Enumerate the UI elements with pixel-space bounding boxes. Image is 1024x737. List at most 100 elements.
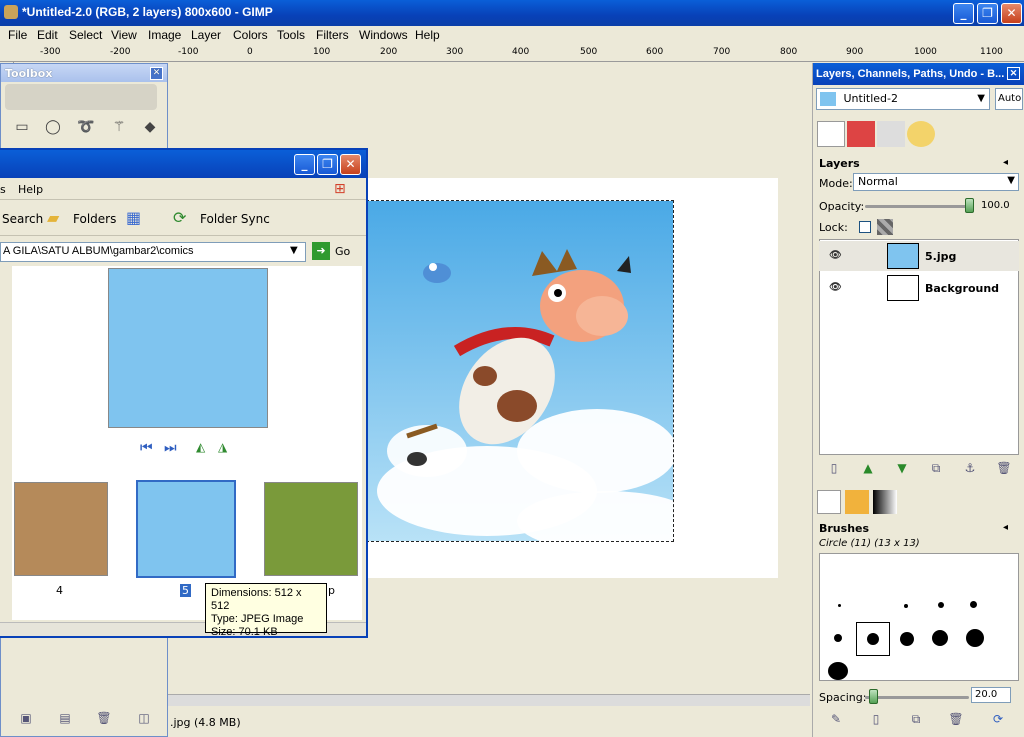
anchor-layer-icon[interactable]: ⚓ bbox=[961, 460, 979, 476]
image-selector[interactable]: Untitled-2 ▼ bbox=[816, 88, 990, 110]
lasso-icon[interactable]: ➰ bbox=[75, 116, 97, 138]
tab-layers-icon[interactable] bbox=[817, 121, 845, 147]
new-brush-icon[interactable]: ▯ bbox=[867, 711, 885, 727]
address-dropdown-icon[interactable]: ▼ bbox=[290, 245, 298, 256]
restore-options-icon[interactable]: ▤ bbox=[56, 710, 74, 726]
fuzzy-select-icon[interactable]: ⚚ bbox=[108, 116, 130, 138]
menu-windows[interactable]: Windows bbox=[359, 28, 408, 42]
lock-alpha-icon[interactable] bbox=[877, 219, 893, 235]
maximize-button[interactable]: ❐ bbox=[977, 3, 998, 24]
delete-layer-icon[interactable]: 🗑 bbox=[995, 460, 1013, 476]
auto-button[interactable]: Auto bbox=[995, 88, 1023, 110]
image-canvas-artwork[interactable] bbox=[366, 200, 674, 542]
minimize-button[interactable]: _ bbox=[953, 3, 974, 24]
layer-row[interactable]: 👁 Background bbox=[819, 273, 1019, 303]
lower-layer-icon[interactable]: ▼ bbox=[893, 460, 911, 476]
explorer-close-button[interactable]: ✕ bbox=[340, 154, 361, 175]
menu-file[interactable]: File bbox=[8, 28, 27, 42]
dock-close-icon[interactable]: ✕ bbox=[1007, 67, 1020, 80]
menu-edit[interactable]: Edit bbox=[37, 28, 58, 42]
rotate-ccw-icon[interactable]: ◮ bbox=[218, 440, 227, 454]
folder-sync-button[interactable]: Folder Sync bbox=[200, 212, 270, 226]
rotate-cw-icon[interactable]: ◭ bbox=[196, 440, 205, 454]
tab-gradients-icon[interactable] bbox=[873, 490, 897, 514]
lock-pixels-checkbox[interactable] bbox=[859, 221, 871, 233]
duplicate-brush-icon[interactable]: ⧉ bbox=[907, 711, 925, 727]
brush-item[interactable] bbox=[900, 632, 914, 646]
mode-select[interactable]: Normal ▼ bbox=[853, 173, 1019, 191]
menu-help[interactable]: Help bbox=[415, 28, 440, 42]
ruler-label: 900 bbox=[846, 47, 864, 57]
delete-options-icon[interactable]: 🗑 bbox=[95, 710, 113, 726]
new-layer-icon[interactable]: ▯ bbox=[825, 460, 843, 476]
tab-paths-icon[interactable] bbox=[877, 121, 905, 147]
opacity-value[interactable]: 100.0 bbox=[981, 200, 1010, 211]
prev-image-icon[interactable]: ⏮ bbox=[140, 440, 153, 456]
edit-brush-icon[interactable]: ✎ bbox=[827, 711, 845, 727]
layers-menu-icon[interactable]: ◂ bbox=[1003, 157, 1008, 168]
refresh-brushes-icon[interactable]: ⟳ bbox=[989, 711, 1007, 727]
folders-button[interactable]: Folders bbox=[73, 212, 116, 226]
brush-item[interactable] bbox=[828, 662, 848, 680]
chevron-down-icon[interactable]: ▼ bbox=[1007, 175, 1015, 186]
close-button[interactable]: ✕ bbox=[1001, 3, 1022, 24]
reset-options-icon[interactable]: ◫ bbox=[135, 710, 153, 726]
menu-select[interactable]: Select bbox=[69, 28, 102, 42]
duplicate-layer-icon[interactable]: ⧉ bbox=[927, 460, 945, 476]
toolbox-close-icon[interactable]: ✕ bbox=[150, 67, 163, 80]
address-field[interactable]: A GILA\SATU ALBUM\gambar2\comics bbox=[0, 242, 306, 262]
menu-image[interactable]: Image bbox=[148, 28, 181, 42]
eye-icon[interactable]: 👁 bbox=[829, 282, 845, 293]
next-image-icon[interactable]: ⏭ bbox=[164, 440, 177, 456]
layer-name: Background bbox=[925, 282, 1000, 295]
layer-row-selected[interactable]: 👁 5.jpg bbox=[819, 241, 1019, 271]
brush-item[interactable] bbox=[834, 634, 842, 642]
ellipse-select-icon[interactable]: ◯ bbox=[42, 116, 64, 138]
thumbnail-image[interactable] bbox=[14, 482, 108, 576]
raise-layer-icon[interactable]: ▲ bbox=[859, 460, 877, 476]
brush-item[interactable] bbox=[838, 604, 841, 607]
windows-logo-icon: ⊞ bbox=[334, 181, 346, 197]
brush-item[interactable] bbox=[966, 629, 984, 647]
spacing-slider-track[interactable] bbox=[865, 696, 969, 699]
color-select-icon[interactable]: ◆ bbox=[139, 116, 161, 138]
explorer-minimize-button[interactable]: _ bbox=[294, 154, 315, 175]
brush-item[interactable] bbox=[970, 601, 977, 608]
spacing-slider-knob[interactable] bbox=[869, 689, 878, 704]
spacing-field[interactable]: 20.0 bbox=[971, 687, 1011, 703]
dock-header: Layers, Channels, Paths, Undo - B... ✕ bbox=[813, 63, 1024, 85]
explorer-menu-help[interactable]: Help bbox=[18, 183, 43, 196]
explorer-maximize-button[interactable]: ❐ bbox=[317, 154, 338, 175]
image-selector-value: Untitled-2 bbox=[843, 92, 898, 105]
thumbnail-image-selected[interactable] bbox=[136, 480, 236, 578]
menu-layer[interactable]: Layer bbox=[191, 28, 221, 42]
eye-icon[interactable]: 👁 bbox=[829, 250, 845, 261]
save-options-icon[interactable]: ▣ bbox=[17, 710, 35, 726]
tab-patterns-icon[interactable] bbox=[845, 490, 869, 514]
tab-undo-icon[interactable] bbox=[907, 121, 935, 147]
brushes-menu-icon[interactable]: ◂ bbox=[1003, 522, 1008, 533]
brush-item[interactable] bbox=[932, 630, 948, 646]
brush-item[interactable] bbox=[904, 604, 908, 608]
menu-colors[interactable]: Colors bbox=[233, 28, 268, 42]
explorer-menu-item[interactable]: s bbox=[0, 183, 6, 196]
thumbnail-image[interactable] bbox=[264, 482, 358, 576]
opacity-slider-knob[interactable] bbox=[965, 198, 974, 213]
go-arrow-icon[interactable]: ➜ bbox=[312, 242, 330, 260]
search-button[interactable]: Search bbox=[2, 212, 43, 226]
tab-brushes-icon[interactable] bbox=[817, 490, 841, 514]
opacity-slider-track[interactable] bbox=[865, 205, 971, 208]
tab-channels-icon[interactable] bbox=[847, 121, 875, 147]
canvas-horizontal-scrollbar[interactable] bbox=[168, 694, 810, 706]
go-button[interactable]: Go bbox=[335, 245, 350, 258]
chevron-down-icon[interactable]: ▼ bbox=[977, 93, 985, 104]
preview-image[interactable] bbox=[108, 268, 268, 428]
brush-item[interactable] bbox=[938, 602, 944, 608]
delete-brush-icon[interactable]: 🗑 bbox=[947, 711, 965, 727]
menu-view[interactable]: View bbox=[111, 28, 137, 42]
brush-item[interactable] bbox=[867, 633, 879, 645]
rect-select-icon[interactable]: ▭ bbox=[11, 116, 33, 138]
menu-tools[interactable]: Tools bbox=[277, 28, 305, 42]
menu-filters[interactable]: Filters bbox=[316, 28, 349, 42]
views-icon[interactable]: ▦ bbox=[126, 208, 141, 227]
